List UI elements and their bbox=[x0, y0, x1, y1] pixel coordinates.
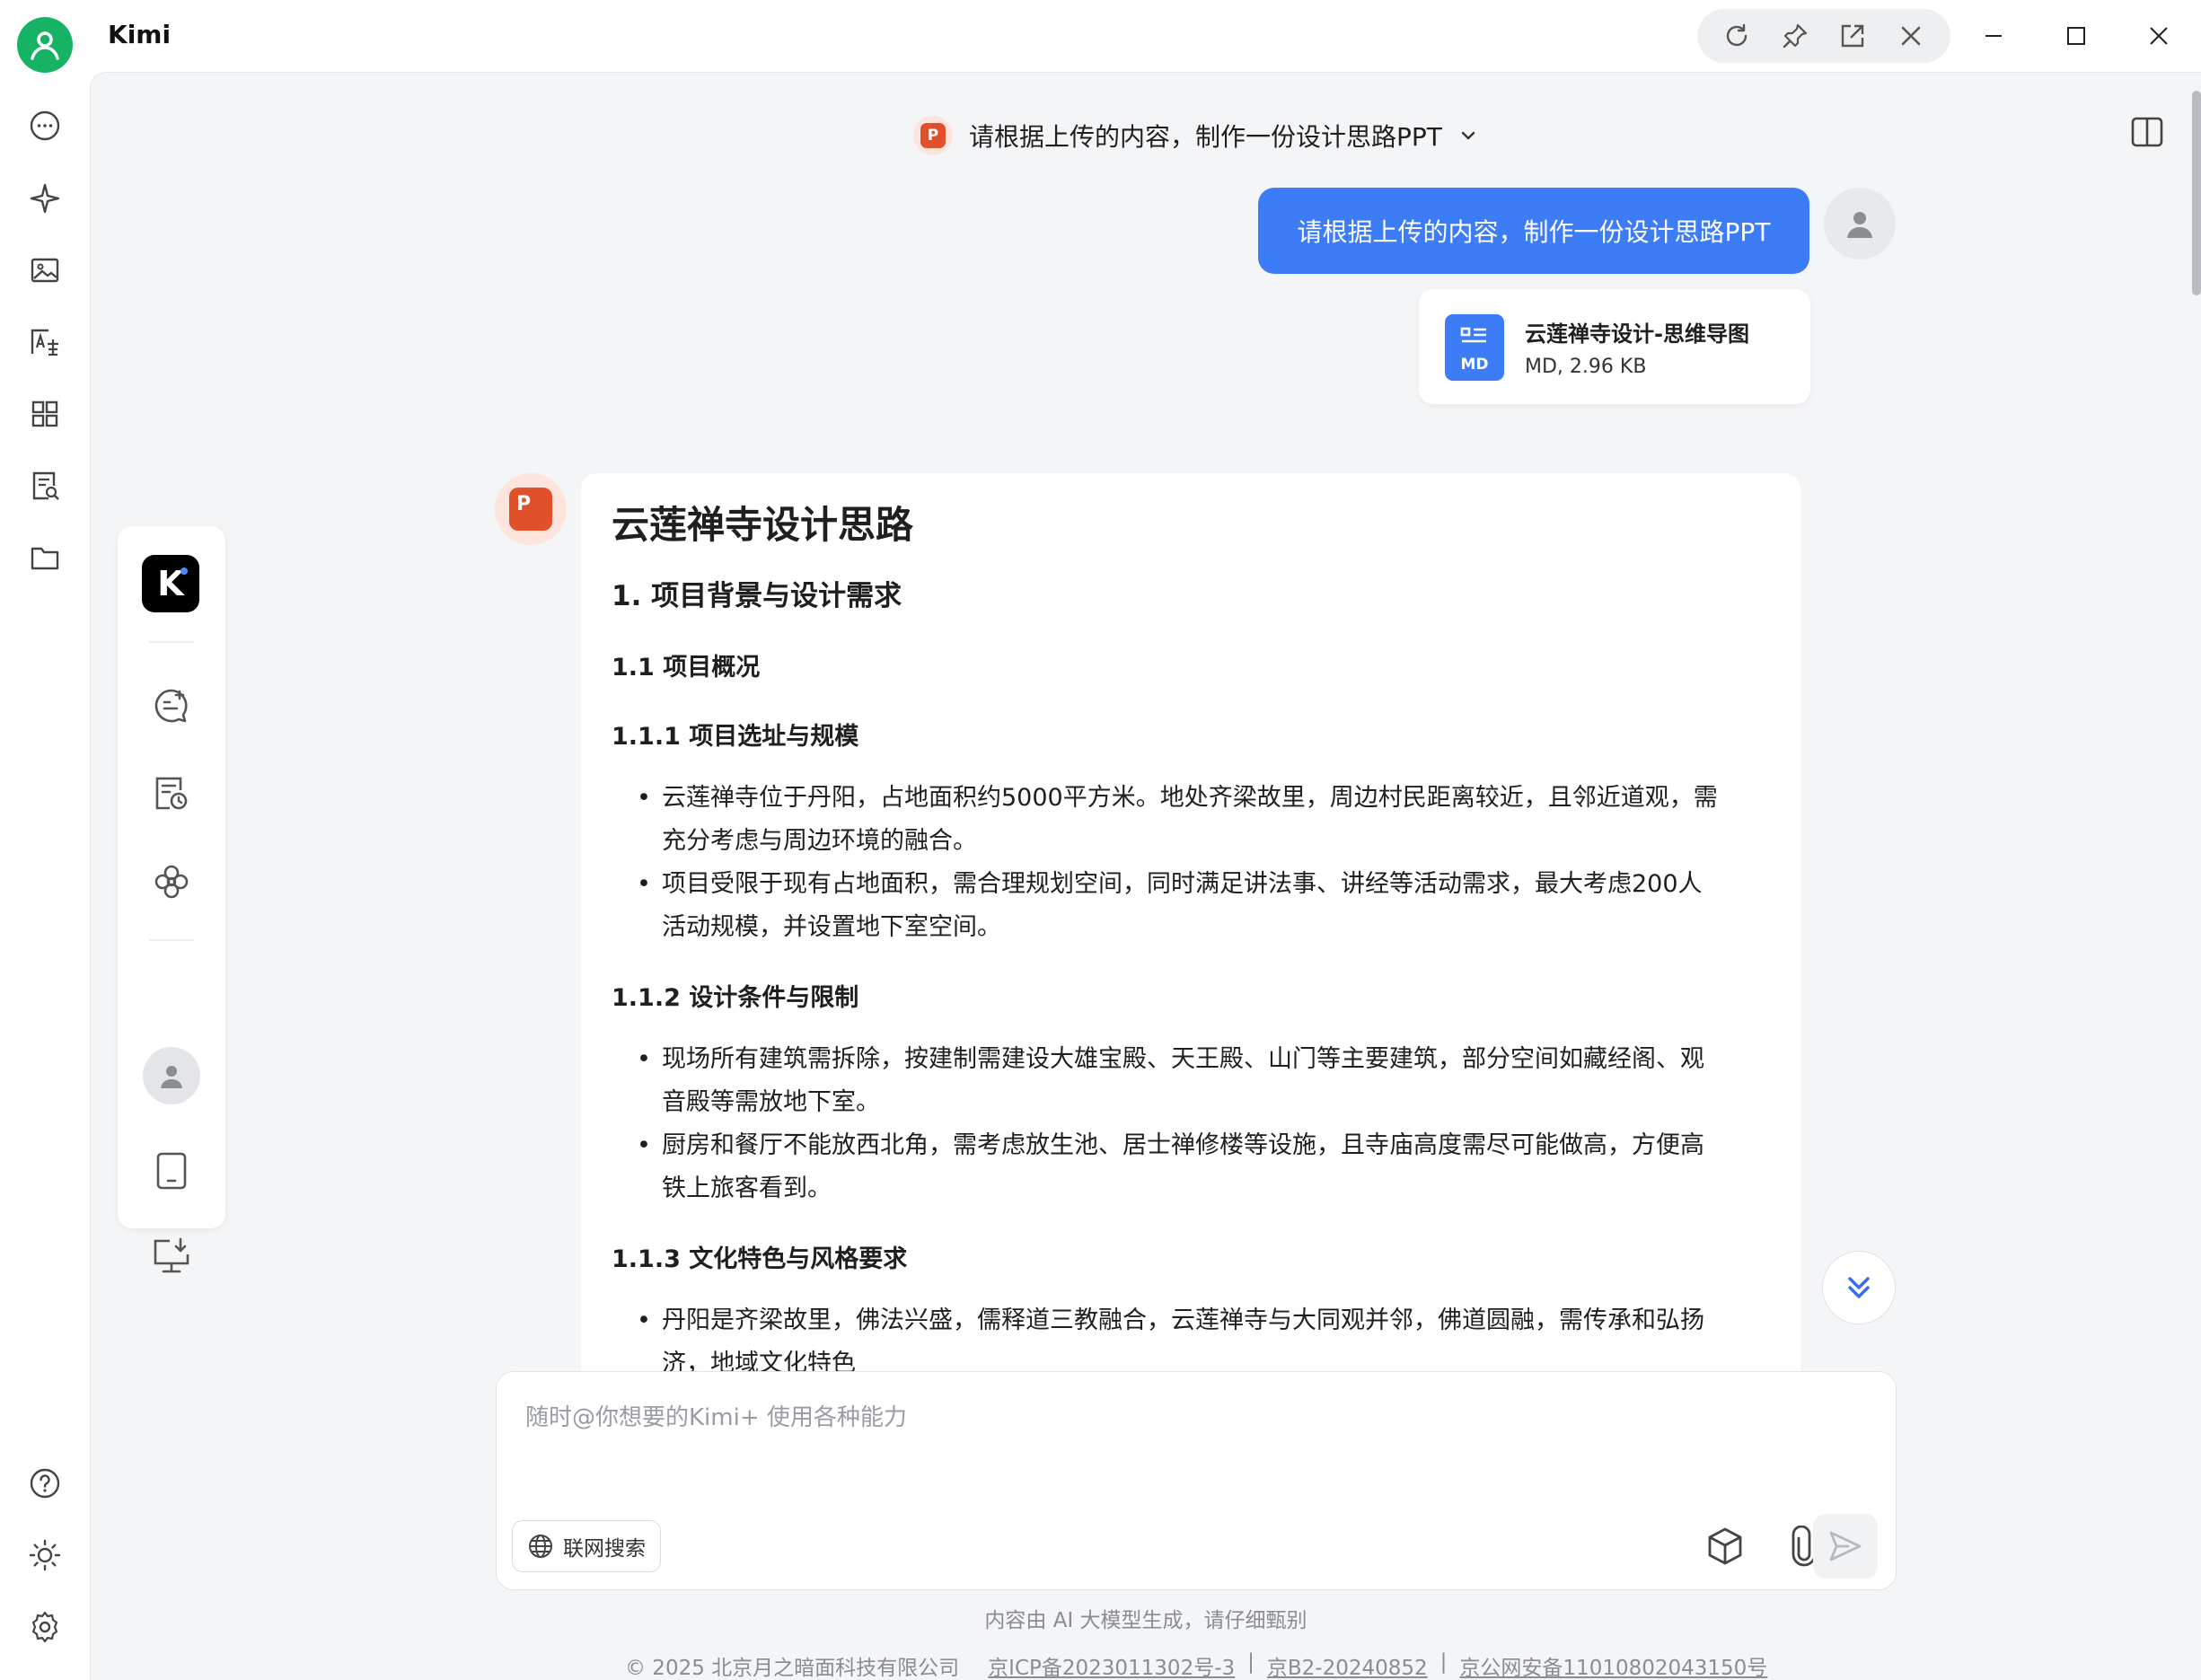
pin-icon[interactable] bbox=[1774, 14, 1817, 57]
left-rail bbox=[0, 0, 90, 1680]
minimize-button[interactable] bbox=[1974, 16, 2013, 56]
folder-icon[interactable] bbox=[23, 536, 66, 579]
main-panel: P 请根据上传的内容，制作一份设计思路PPT K 请根据上传的内容，制作一份设计… bbox=[90, 72, 2201, 1680]
document-search-icon[interactable] bbox=[23, 464, 66, 507]
user-message-bubble: 请根据上传的内容，制作一份设计思路PPT bbox=[1258, 188, 1809, 274]
close-panel-icon[interactable] bbox=[1889, 14, 1932, 57]
sparkle-icon[interactable] bbox=[23, 177, 66, 220]
footer-link-b2[interactable]: 京B2-20240852 bbox=[1267, 1650, 1428, 1680]
file-meta: MD, 2.96 KB bbox=[1525, 356, 1647, 378]
split-view-icon[interactable] bbox=[2122, 107, 2172, 157]
footer: © 2025 北京月之暗面科技有限公司 京ICP备2023011302号-3 |… bbox=[625, 1650, 1767, 1680]
answer-title: 云莲禅寺设计思路 bbox=[612, 503, 914, 547]
chat-icon[interactable] bbox=[23, 104, 66, 147]
user-avatar-icon[interactable] bbox=[17, 17, 73, 73]
user-avatar bbox=[1824, 188, 1896, 259]
cube-icon[interactable] bbox=[1700, 1521, 1750, 1571]
section-heading: 1.1.1 项目选址与规模 bbox=[612, 723, 859, 751]
theme-sun-icon[interactable] bbox=[23, 1534, 66, 1577]
footer-separator: | bbox=[1247, 1650, 1255, 1674]
tablet-icon[interactable] bbox=[146, 1146, 197, 1196]
open-external-icon[interactable] bbox=[1831, 14, 1874, 57]
globe-icon bbox=[527, 1533, 554, 1560]
conversation-title-dropdown[interactable]: P 请根据上传的内容，制作一份设计思路PPT bbox=[913, 103, 1478, 168]
list-item: 厨房和餐厅不能放西北角，需考虑放生池、居士禅修楼等设施，且寺庙高度需尽可能做高，… bbox=[612, 1124, 1770, 1210]
message-composer: 联网搜索 bbox=[496, 1371, 1897, 1590]
footer-link-icp[interactable]: 京ICP备2023011302号-3 bbox=[988, 1650, 1235, 1680]
section-heading: 1.1.2 设计条件与限制 bbox=[612, 984, 859, 1012]
message-input[interactable] bbox=[525, 1399, 1783, 1480]
divider bbox=[149, 939, 194, 941]
list-item: 项目受限于现有占地面积，需合理规划空间，同时满足讲法事、讲经等活动需求，最大考虑… bbox=[612, 863, 1770, 949]
window-close-button[interactable] bbox=[2139, 16, 2179, 56]
ppt-icon: P bbox=[913, 116, 953, 155]
chevron-down-icon bbox=[1458, 126, 1478, 145]
ai-disclaimer: 内容由 AI 大模型生成，请仔细甄别 bbox=[984, 1609, 1307, 1632]
tool-card: K bbox=[118, 526, 225, 1273]
desktop-download-icon[interactable] bbox=[146, 1231, 197, 1281]
history-icon[interactable] bbox=[146, 769, 197, 819]
apps-grid-icon[interactable] bbox=[23, 392, 66, 435]
window-tools bbox=[1697, 9, 1950, 63]
web-search-label: 联网搜索 bbox=[563, 1537, 646, 1561]
app-title: Kimi bbox=[108, 20, 172, 49]
maximize-button[interactable] bbox=[2056, 16, 2096, 56]
kimi-logo-icon[interactable]: K bbox=[142, 555, 199, 612]
list-item: 现场所有建筑需拆除，按建制需建设大雄宝殿、天王殿、山门等主要建筑，部分空间如藏经… bbox=[612, 1038, 1770, 1124]
profile-avatar-icon[interactable] bbox=[143, 1047, 200, 1104]
settings-gear-icon[interactable] bbox=[23, 1605, 66, 1649]
conversation-title: 请根据上传的内容，制作一份设计思路PPT bbox=[969, 122, 1442, 152]
bullet-list: 现场所有建筑需拆除，按建制需建设大雄宝殿、天王殿、山门等主要建筑，部分空间如藏经… bbox=[612, 1038, 1770, 1210]
footer-copyright: © 2025 北京月之暗面科技有限公司 bbox=[625, 1657, 960, 1680]
new-chat-icon[interactable] bbox=[146, 681, 197, 731]
section-heading: 1.1.3 文化特色与风格要求 bbox=[612, 1245, 908, 1273]
divider bbox=[149, 641, 194, 643]
image-icon[interactable] bbox=[23, 249, 66, 292]
bullet-list: 云莲禅寺位于丹阳，占地面积约5000平方米。地处齐梁故里，周边村民距离较近，且邻… bbox=[612, 777, 1770, 949]
web-search-toggle[interactable]: 联网搜索 bbox=[512, 1520, 661, 1572]
answer-heading-2: 1. 项目背景与设计需求 bbox=[612, 580, 902, 612]
footer-link-police[interactable]: 京公网安备11010802043150号 bbox=[1459, 1650, 1767, 1680]
file-attachment-card[interactable]: MD 云莲禅寺设计-思维导图 MD, 2.96 KB bbox=[1419, 289, 1810, 404]
footer-separator: | bbox=[1439, 1650, 1448, 1674]
send-button[interactable] bbox=[1813, 1514, 1878, 1579]
scrollbar-thumb[interactable] bbox=[2192, 91, 2201, 295]
file-name: 云莲禅寺设计-思维导图 bbox=[1525, 321, 1749, 347]
markdown-file-icon: MD bbox=[1445, 314, 1504, 381]
refresh-icon[interactable] bbox=[1715, 14, 1758, 57]
assistant-answer: 云莲禅寺设计思路 1. 项目背景与设计需求 1.1 项目概况 1.1.1 项目选… bbox=[581, 473, 1800, 1461]
answer-heading-3: 1.1 项目概况 bbox=[612, 654, 761, 682]
help-icon[interactable] bbox=[23, 1462, 66, 1505]
list-item: 云莲禅寺位于丹阳，占地面积约5000平方米。地处齐梁故里，周边村民距离较近，且邻… bbox=[612, 777, 1770, 863]
scroll-to-bottom-button[interactable] bbox=[1822, 1251, 1896, 1324]
translate-icon[interactable] bbox=[23, 321, 66, 364]
flower-apps-icon[interactable] bbox=[146, 857, 197, 907]
ppt-assistant-avatar-icon: P bbox=[495, 473, 567, 545]
